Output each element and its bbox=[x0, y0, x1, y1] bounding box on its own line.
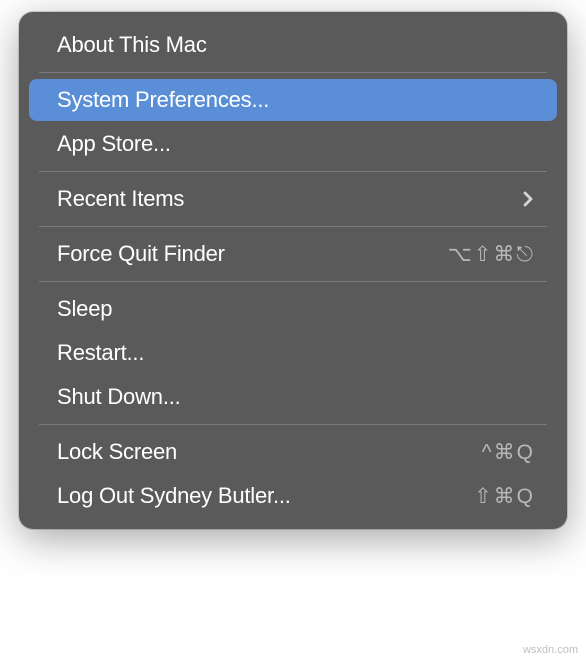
menu-item-log-out[interactable]: Log Out Sydney Butler... ⇧⌘Q bbox=[29, 475, 557, 517]
menu-item-restart[interactable]: Restart... bbox=[29, 332, 557, 374]
menu-item-label: Shut Down... bbox=[57, 384, 181, 410]
menu-item-label: Sleep bbox=[57, 296, 112, 322]
keyboard-shortcut: ^⌘Q bbox=[482, 440, 535, 465]
apple-menu: About This Mac System Preferences... App… bbox=[19, 12, 567, 529]
chevron-right-icon bbox=[521, 189, 535, 209]
menu-item-app-store[interactable]: App Store... bbox=[29, 123, 557, 165]
menu-item-sleep[interactable]: Sleep bbox=[29, 288, 557, 330]
menu-item-about-this-mac[interactable]: About This Mac bbox=[29, 24, 557, 66]
menu-item-recent-items[interactable]: Recent Items bbox=[29, 178, 557, 220]
menu-item-label: Restart... bbox=[57, 340, 144, 366]
menu-divider bbox=[39, 72, 547, 73]
menu-divider bbox=[39, 226, 547, 227]
menu-item-label: Recent Items bbox=[57, 186, 184, 212]
menu-divider bbox=[39, 424, 547, 425]
menu-item-lock-screen[interactable]: Lock Screen ^⌘Q bbox=[29, 431, 557, 473]
menu-divider bbox=[39, 281, 547, 282]
menu-item-label: Log Out Sydney Butler... bbox=[57, 483, 291, 509]
keyboard-shortcut: ⇧⌘Q bbox=[474, 484, 535, 509]
keyboard-shortcut: ⌥⇧⌘⎋ bbox=[448, 242, 535, 267]
menu-item-system-preferences[interactable]: System Preferences... bbox=[29, 79, 557, 121]
menu-item-label: System Preferences... bbox=[57, 87, 269, 113]
menu-divider bbox=[39, 171, 547, 172]
menu-item-shut-down[interactable]: Shut Down... bbox=[29, 376, 557, 418]
menu-item-label: App Store... bbox=[57, 131, 171, 157]
watermark-text: wsxdn.com bbox=[523, 644, 578, 656]
menu-item-label: Lock Screen bbox=[57, 439, 177, 465]
menu-item-label: Force Quit Finder bbox=[57, 241, 225, 267]
menu-item-label: About This Mac bbox=[57, 32, 207, 58]
menu-item-force-quit-finder[interactable]: Force Quit Finder ⌥⇧⌘⎋ bbox=[29, 233, 557, 275]
